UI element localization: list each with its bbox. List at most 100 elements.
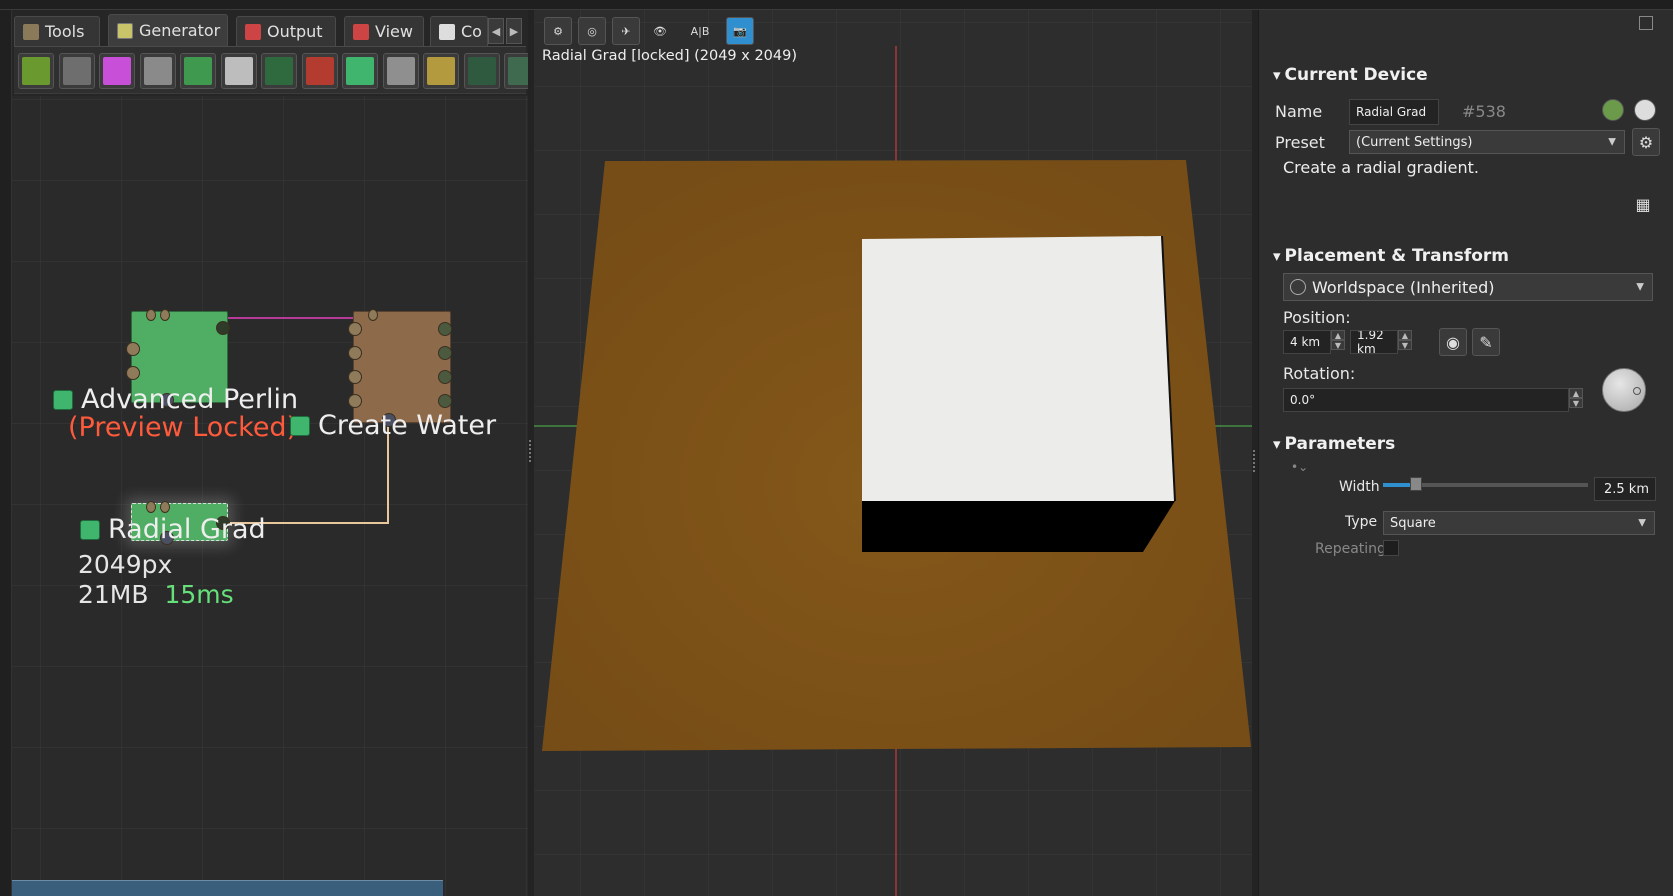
green-device-button[interactable]: [342, 53, 378, 89]
splitter-grip: [529, 440, 531, 462]
device-description: Create a radial gradient.: [1283, 158, 1479, 177]
map-device-icon: [427, 57, 455, 85]
undock-icon[interactable]: [1639, 16, 1653, 30]
width-slider[interactable]: [1383, 477, 1588, 491]
file-input-device-button[interactable]: [180, 53, 216, 89]
node-input-port[interactable]: [126, 366, 140, 380]
orbit-icon[interactable]: ◎: [578, 17, 606, 45]
tab-label: Output: [267, 22, 323, 41]
3d-viewport[interactable]: ⚙ ◎ ✈ 👁 A|B 📷 Radial Grad [locked] (2049…: [534, 10, 1256, 896]
type-value: Square: [1390, 515, 1436, 531]
gear-icon[interactable]: ⚙: [1632, 128, 1660, 156]
width-label: Width: [1339, 479, 1380, 495]
rotation-stepper[interactable]: ▲ ▼: [1569, 388, 1583, 408]
width-value-field[interactable]: 2.5 km: [1594, 477, 1656, 501]
pattern-device-button[interactable]: [261, 53, 297, 89]
node-input-port[interactable]: [348, 322, 362, 336]
node-output-port[interactable]: [438, 322, 452, 336]
node-create-water[interactable]: [348, 309, 452, 427]
chevron-down-icon: ▼: [1638, 517, 1646, 529]
mound-device-button[interactable]: [382, 53, 419, 89]
graph-grid: [12, 96, 528, 896]
free-icon[interactable]: ✈: [612, 17, 640, 45]
eye-icon[interactable]: 👁: [646, 17, 674, 45]
graph-horizontal-scrollbar[interactable]: [12, 880, 443, 896]
tab-tools[interactable]: Tools: [14, 16, 100, 46]
inspector-panel: Current Device Name Radial Grad #538 Pre…: [1258, 10, 1673, 896]
code-icon: [439, 23, 455, 40]
globe-icon: [1290, 279, 1306, 295]
gradient-block-side: [862, 501, 1175, 552]
position-y-stepper[interactable]: ▲ ▼: [1398, 330, 1412, 350]
tiles-device-button[interactable]: [463, 53, 500, 89]
node-input-port[interactable]: [348, 346, 362, 360]
name-label: Name: [1275, 102, 1323, 121]
target-icon[interactable]: ◉: [1439, 328, 1467, 356]
noise-device-icon: [62, 57, 91, 85]
preset-dropdown[interactable]: (Current Settings) ▼: [1349, 130, 1625, 154]
repeating-checkbox[interactable]: [1383, 540, 1399, 556]
node-input-port[interactable]: [348, 370, 362, 384]
settings-icon[interactable]: ⚙: [544, 17, 572, 45]
space-dropdown[interactable]: Worldspace (Inherited) ▼: [1283, 273, 1653, 301]
section-parameters[interactable]: Parameters: [1273, 434, 1396, 454]
position-y-field[interactable]: 1.92 km: [1350, 330, 1398, 354]
node-build-time: 15ms: [164, 580, 234, 609]
mound-device-icon: [386, 57, 415, 85]
position-x-field[interactable]: 4 km: [1283, 330, 1331, 354]
terrain-device-icon: [22, 57, 50, 85]
keyframe-icon[interactable]: •⌄: [1291, 460, 1308, 474]
device-id: #538: [1462, 102, 1506, 121]
tab-scroll-left-button[interactable]: ◀: [488, 18, 504, 44]
node-label-advanced-perlin: Advanced Perlin: [53, 384, 298, 415]
viewport-toolbar: ⚙ ◎ ✈ 👁 A|B 📷: [544, 16, 754, 46]
space-value: Worldspace (Inherited): [1312, 277, 1495, 297]
rotation-dial[interactable]: [1602, 368, 1646, 412]
node-input-port[interactable]: [160, 309, 170, 321]
colorize-device-button[interactable]: [99, 53, 135, 89]
tab-output[interactable]: Output: [236, 16, 336, 46]
pick-icon[interactable]: ✎: [1472, 328, 1500, 356]
node-input-port[interactable]: [126, 342, 140, 356]
node-input-port[interactable]: [368, 309, 378, 321]
tab-generator[interactable]: Generator: [108, 14, 228, 46]
type-dropdown[interactable]: Square ▼: [1383, 511, 1655, 535]
node-resolution: 2049px: [78, 550, 173, 579]
constant-device-icon: [143, 57, 172, 85]
node-output-port[interactable]: [438, 394, 452, 408]
node-graph[interactable]: Advanced Perlin (Preview Locked) Create …: [12, 96, 528, 896]
tab-label: Tools: [45, 22, 85, 41]
gradient-device-button[interactable]: [220, 53, 257, 89]
node-status-chip: [80, 520, 100, 540]
map-device-button[interactable]: [423, 53, 459, 89]
position-x-stepper[interactable]: ▲ ▼: [1331, 330, 1345, 350]
tab-view[interactable]: View: [344, 16, 424, 46]
red-device-button[interactable]: [301, 53, 338, 89]
node-output-port[interactable]: [438, 370, 452, 384]
colorize-device-icon: [103, 57, 131, 85]
node-input-port[interactable]: [160, 501, 170, 513]
node-input-port[interactable]: [146, 501, 156, 513]
section-placement[interactable]: Placement & Transform: [1273, 246, 1509, 266]
section-current-device[interactable]: Current Device: [1273, 65, 1428, 85]
globe-icon[interactable]: [1602, 99, 1624, 121]
contrast-icon[interactable]: [1634, 99, 1656, 121]
width-slider-handle[interactable]: [1409, 477, 1422, 491]
device-name-field[interactable]: Radial Grad: [1349, 99, 1439, 125]
tab-scroll-right-button[interactable]: ▶: [506, 18, 522, 44]
generator-icon: [117, 22, 133, 39]
left-dock-edge: [0, 10, 12, 896]
grid-settings-icon[interactable]: ▦: [1629, 190, 1657, 218]
ab-compare-button[interactable]: A|B: [680, 17, 720, 45]
tab-code[interactable]: Co: [430, 16, 488, 46]
noise-device-button[interactable]: [58, 53, 95, 89]
node-input-port[interactable]: [348, 394, 362, 408]
node-output-port[interactable]: [216, 321, 230, 335]
camera-icon[interactable]: 📷: [726, 17, 754, 45]
constant-device-button[interactable]: [139, 53, 176, 89]
node-input-port[interactable]: [146, 309, 156, 321]
terrain-device-button[interactable]: [18, 53, 54, 89]
node-output-port[interactable]: [438, 346, 452, 360]
rotation-field[interactable]: 0.0°: [1283, 388, 1569, 412]
tiles-device-icon: [467, 57, 496, 85]
